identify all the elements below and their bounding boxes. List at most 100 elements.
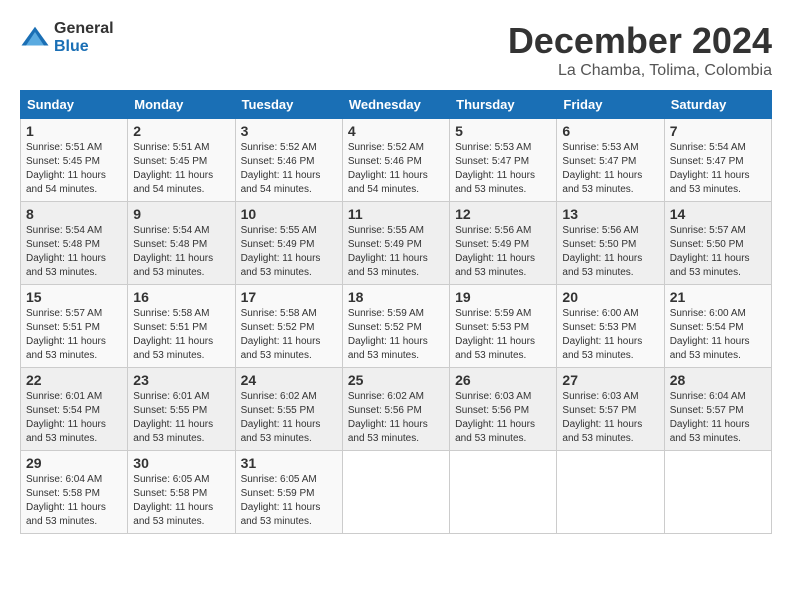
day-info: Sunrise: 6:02 AM Sunset: 5:55 PM Dayligh… <box>241 390 337 446</box>
day-number: 4 <box>348 123 444 139</box>
day-number: 11 <box>348 206 444 222</box>
day-number: 10 <box>241 206 337 222</box>
day-number: 16 <box>133 289 229 305</box>
calendar-cell: 12 Sunrise: 5:56 AM Sunset: 5:49 PM Dayli… <box>450 202 557 285</box>
day-number: 31 <box>241 455 337 471</box>
calendar-cell: 8 Sunrise: 5:54 AM Sunset: 5:48 PM Daylig… <box>21 202 128 285</box>
calendar-cell: 23 Sunrise: 6:01 AM Sunset: 5:55 PM Dayli… <box>128 368 235 451</box>
day-number: 27 <box>562 372 658 388</box>
day-info: Sunrise: 5:57 AM Sunset: 5:51 PM Dayligh… <box>26 307 122 363</box>
calendar-cell <box>450 451 557 534</box>
day-info: Sunrise: 6:04 AM Sunset: 5:58 PM Dayligh… <box>26 473 122 529</box>
logo-general-label: General <box>54 20 114 38</box>
day-number: 12 <box>455 206 551 222</box>
calendar-cell: 29 Sunrise: 6:04 AM Sunset: 5:58 PM Dayli… <box>21 451 128 534</box>
calendar-cell: 18Sunrise: 5:59 AM Sunset: 5:52 PM Dayli… <box>342 285 449 368</box>
day-number: 28 <box>670 372 766 388</box>
calendar-cell: 1Sunrise: 5:51 AM Sunset: 5:45 PM Daylig… <box>21 119 128 202</box>
day-info: Sunrise: 6:00 AM Sunset: 5:53 PM Dayligh… <box>562 307 658 363</box>
day-info: Sunrise: 5:52 AM Sunset: 5:46 PM Dayligh… <box>241 141 337 197</box>
calendar-cell: 20Sunrise: 6:00 AM Sunset: 5:53 PM Dayli… <box>557 285 664 368</box>
calendar-cell: 13 Sunrise: 5:56 AM Sunset: 5:50 PM Dayli… <box>557 202 664 285</box>
day-number: 22 <box>26 372 122 388</box>
calendar-cell: 25 Sunrise: 6:02 AM Sunset: 5:56 PM Dayli… <box>342 368 449 451</box>
day-info: Sunrise: 6:04 AM Sunset: 5:57 PM Dayligh… <box>670 390 766 446</box>
calendar-cell: 10Sunrise: 5:55 AM Sunset: 5:49 PM Dayli… <box>235 202 342 285</box>
day-number: 24 <box>241 372 337 388</box>
calendar-cell: 28 Sunrise: 6:04 AM Sunset: 5:57 PM Dayli… <box>664 368 771 451</box>
day-number: 13 <box>562 206 658 222</box>
calendar-week-4: 22 Sunrise: 6:01 AM Sunset: 5:54 PM Dayli… <box>21 368 772 451</box>
calendar-cell: 9Sunrise: 5:54 AM Sunset: 5:48 PM Daylig… <box>128 202 235 285</box>
day-number: 21 <box>670 289 766 305</box>
calendar-cell: 19 Sunrise: 5:59 AM Sunset: 5:53 PM Dayli… <box>450 285 557 368</box>
day-number: 17 <box>241 289 337 305</box>
day-info: Sunrise: 5:59 AM Sunset: 5:53 PM Dayligh… <box>455 307 551 363</box>
day-info: Sunrise: 5:56 AM Sunset: 5:49 PM Dayligh… <box>455 224 551 280</box>
day-number: 2 <box>133 123 229 139</box>
calendar-cell: 5 Sunrise: 5:53 AM Sunset: 5:47 PM Daylig… <box>450 119 557 202</box>
day-info: Sunrise: 5:59 AM Sunset: 5:52 PM Dayligh… <box>348 307 444 363</box>
day-info: Sunrise: 5:53 AM Sunset: 5:47 PM Dayligh… <box>455 141 551 197</box>
calendar-cell: 22 Sunrise: 6:01 AM Sunset: 5:54 PM Dayli… <box>21 368 128 451</box>
day-info: Sunrise: 6:02 AM Sunset: 5:56 PM Dayligh… <box>348 390 444 446</box>
day-number: 14 <box>670 206 766 222</box>
day-info: Sunrise: 5:52 AM Sunset: 5:46 PM Dayligh… <box>348 141 444 197</box>
day-number: 5 <box>455 123 551 139</box>
day-number: 6 <box>562 123 658 139</box>
day-info: Sunrise: 6:00 AM Sunset: 5:54 PM Dayligh… <box>670 307 766 363</box>
day-info: Sunrise: 5:56 AM Sunset: 5:50 PM Dayligh… <box>562 224 658 280</box>
day-info: Sunrise: 5:54 AM Sunset: 5:48 PM Dayligh… <box>133 224 229 280</box>
month-title: December 2024 <box>508 20 772 62</box>
day-info: Sunrise: 5:54 AM Sunset: 5:48 PM Dayligh… <box>26 224 122 280</box>
day-info: Sunrise: 5:58 AM Sunset: 5:52 PM Dayligh… <box>241 307 337 363</box>
day-number: 25 <box>348 372 444 388</box>
calendar-cell: 15Sunrise: 5:57 AM Sunset: 5:51 PM Dayli… <box>21 285 128 368</box>
header-friday: Friday <box>557 91 664 119</box>
header-thursday: Thursday <box>450 91 557 119</box>
day-number: 8 <box>26 206 122 222</box>
calendar-week-1: 1Sunrise: 5:51 AM Sunset: 5:45 PM Daylig… <box>21 119 772 202</box>
header-saturday: Saturday <box>664 91 771 119</box>
location-title: La Chamba, Tolima, Colombia <box>508 62 772 80</box>
day-info: Sunrise: 5:55 AM Sunset: 5:49 PM Dayligh… <box>348 224 444 280</box>
day-info: Sunrise: 5:54 AM Sunset: 5:47 PM Dayligh… <box>670 141 766 197</box>
calendar-cell <box>342 451 449 534</box>
header-wednesday: Wednesday <box>342 91 449 119</box>
calendar-cell: 30Sunrise: 6:05 AM Sunset: 5:58 PM Dayli… <box>128 451 235 534</box>
day-number: 23 <box>133 372 229 388</box>
calendar-week-2: 8 Sunrise: 5:54 AM Sunset: 5:48 PM Daylig… <box>21 202 772 285</box>
calendar-cell <box>664 451 771 534</box>
calendar-cell: 16 Sunrise: 5:58 AM Sunset: 5:51 PM Dayli… <box>128 285 235 368</box>
day-number: 26 <box>455 372 551 388</box>
calendar-cell: 24 Sunrise: 6:02 AM Sunset: 5:55 PM Dayli… <box>235 368 342 451</box>
day-number: 1 <box>26 123 122 139</box>
logo-icon <box>20 23 50 53</box>
calendar-cell: 7Sunrise: 5:54 AM Sunset: 5:47 PM Daylig… <box>664 119 771 202</box>
header-monday: Monday <box>128 91 235 119</box>
day-info: Sunrise: 6:03 AM Sunset: 5:57 PM Dayligh… <box>562 390 658 446</box>
day-number: 3 <box>241 123 337 139</box>
header-sunday: Sunday <box>21 91 128 119</box>
calendar-cell: 31 Sunrise: 6:05 AM Sunset: 5:59 PM Dayli… <box>235 451 342 534</box>
calendar-cell: 11 Sunrise: 5:55 AM Sunset: 5:49 PM Dayli… <box>342 202 449 285</box>
day-number: 19 <box>455 289 551 305</box>
calendar-week-5: 29 Sunrise: 6:04 AM Sunset: 5:58 PM Dayli… <box>21 451 772 534</box>
calendar-cell: 3 Sunrise: 5:52 AM Sunset: 5:46 PM Daylig… <box>235 119 342 202</box>
calendar-cell: 17 Sunrise: 5:58 AM Sunset: 5:52 PM Dayli… <box>235 285 342 368</box>
day-number: 29 <box>26 455 122 471</box>
header-tuesday: Tuesday <box>235 91 342 119</box>
day-info: Sunrise: 6:05 AM Sunset: 5:59 PM Dayligh… <box>241 473 337 529</box>
calendar-cell: 2Sunrise: 5:51 AM Sunset: 5:45 PM Daylig… <box>128 119 235 202</box>
calendar-cell: 14Sunrise: 5:57 AM Sunset: 5:50 PM Dayli… <box>664 202 771 285</box>
title-area: December 2024 La Chamba, Tolima, Colombi… <box>508 20 772 80</box>
day-number: 30 <box>133 455 229 471</box>
logo-blue-label: Blue <box>54 38 114 56</box>
header: General Blue December 2024 La Chamba, To… <box>20 20 772 80</box>
day-info: Sunrise: 6:01 AM Sunset: 5:55 PM Dayligh… <box>133 390 229 446</box>
day-info: Sunrise: 5:58 AM Sunset: 5:51 PM Dayligh… <box>133 307 229 363</box>
day-info: Sunrise: 6:01 AM Sunset: 5:54 PM Dayligh… <box>26 390 122 446</box>
calendar-week-3: 15Sunrise: 5:57 AM Sunset: 5:51 PM Dayli… <box>21 285 772 368</box>
logo-text: General Blue <box>54 20 114 55</box>
logo: General Blue <box>20 20 114 55</box>
